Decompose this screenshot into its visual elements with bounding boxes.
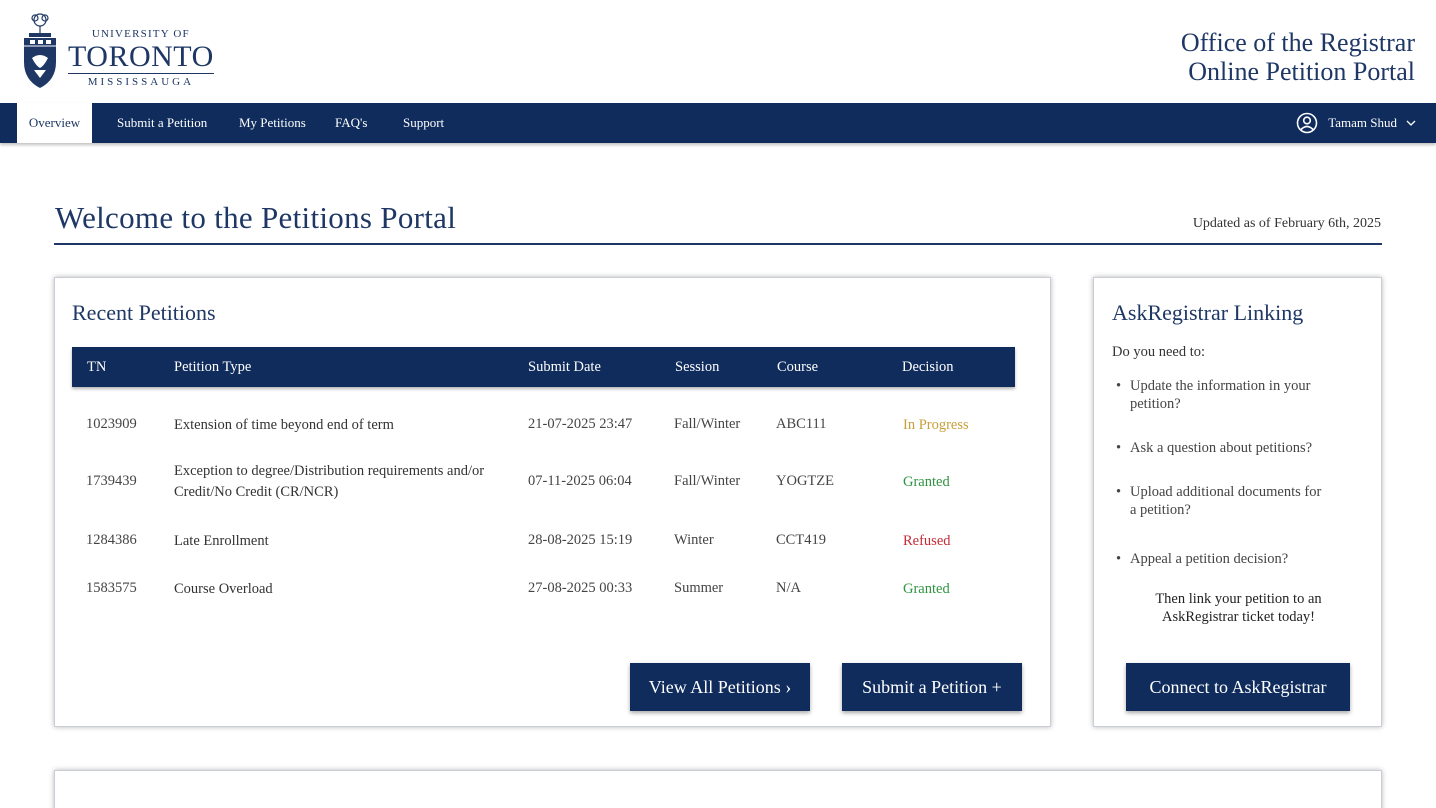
- list-item: • Update the information in your petitio…: [1116, 377, 1320, 413]
- column-course: Course: [777, 359, 819, 375]
- askregistrar-title: AskRegistrar Linking: [1112, 300, 1304, 325]
- column-session: Session: [675, 359, 720, 375]
- cell-petition-type: Late Enrollment: [174, 533, 269, 549]
- cta-line1: Then link your petition to an: [1155, 591, 1322, 607]
- status-badge: Granted: [903, 581, 950, 597]
- cta-line2: AskRegistrar ticket today!: [1161, 609, 1315, 625]
- user-menu[interactable]: Tamam Shud: [1296, 103, 1416, 143]
- cell-petition-type: Exception to degree/Distribution require…: [174, 463, 485, 500]
- portal-title-line1: Office of the Registrar: [1180, 28, 1415, 57]
- bullet-icon: •: [1116, 440, 1122, 456]
- table-header: TN Petition Type Submit Date Session Cou…: [72, 347, 1015, 387]
- status-badge: In Progress: [903, 417, 969, 433]
- bottom-card: [54, 770, 1382, 808]
- logo-line-toronto: TORONTO: [68, 39, 214, 73]
- submit-petition-button[interactable]: Submit a Petition +: [842, 663, 1022, 711]
- askregistrar-card: AskRegistrar Linking Do you need to: • U…: [1093, 277, 1382, 727]
- cell-session: Fall/Winter: [674, 473, 741, 489]
- logo-divider: [68, 72, 214, 74]
- site-header: UNIVERSITY OF TORONTO MISSISSAUGA Office…: [0, 0, 1436, 103]
- tab-overview[interactable]: Overview: [17, 103, 92, 143]
- cell-submit-date: 21-07-2025 23:47: [528, 416, 633, 432]
- cell-course: YOGTZE: [776, 473, 834, 489]
- view-all-petitions-button[interactable]: View All Petitions ›: [630, 663, 810, 711]
- cell-course: N/A: [776, 580, 801, 596]
- tab-my-petitions[interactable]: My Petitions: [239, 103, 306, 143]
- askregistrar-subtitle: Do you need to:: [1112, 344, 1206, 360]
- university-logo[interactable]: UNIVERSITY OF TORONTO MISSISSAUGA: [20, 10, 214, 90]
- askregistrar-cta-text: Then link your petition to an AskRegistr…: [1094, 590, 1383, 626]
- list-item-text: Ask a question about petitions?: [1130, 440, 1313, 456]
- cell-session: Fall/Winter: [674, 416, 741, 432]
- tab-support[interactable]: Support: [403, 103, 444, 143]
- status-badge: Refused: [903, 533, 951, 549]
- bullet-icon: •: [1116, 378, 1122, 394]
- bullet-icon: •: [1116, 551, 1122, 567]
- recent-petitions-card: Recent Petitions TN Petition Type Submit…: [54, 277, 1051, 727]
- tab-faqs[interactable]: FAQ's: [335, 103, 367, 143]
- column-submit-date: Submit Date: [528, 359, 601, 375]
- tab-submit-petition[interactable]: Submit a Petition: [117, 103, 207, 143]
- portal-title: Office of the Registrar Online Petition …: [1181, 28, 1415, 86]
- list-item-text: Appeal a petition decision?: [1130, 551, 1289, 567]
- cell-tn: 1583575: [86, 580, 137, 596]
- list-item: • Upload additional documents for a peti…: [1116, 483, 1330, 519]
- connect-askregistrar-button[interactable]: Connect to AskRegistrar: [1126, 663, 1350, 711]
- cell-submit-date: 28-08-2025 15:19: [528, 532, 633, 548]
- column-petition-type: Petition Type: [174, 359, 252, 375]
- portal-title-line2: Online Petition Portal: [1188, 57, 1415, 86]
- cell-petition-type: Extension of time beyond end of term: [174, 417, 394, 433]
- cell-course: CCT419: [776, 532, 826, 548]
- cell-course: ABC111: [776, 416, 827, 432]
- chevron-down-icon: [1406, 120, 1416, 126]
- logo-line-mississauga: MISSISSAUGA: [87, 75, 195, 88]
- crest-icon: [24, 13, 56, 88]
- list-item: • Ask a question about petitions?: [1116, 439, 1365, 457]
- cell-tn: 1739439: [86, 473, 137, 489]
- list-item: • Appeal a petition decision?: [1116, 550, 1365, 568]
- cell-tn: 1284386: [86, 532, 137, 548]
- recent-petitions-title: Recent Petitions: [72, 300, 216, 325]
- list-item-text: Update the information in your petition?: [1130, 378, 1311, 412]
- logo-wordmark: UNIVERSITY OF TORONTO MISSISSAUGA: [68, 13, 214, 88]
- title-divider: [54, 243, 1382, 245]
- bullet-icon: •: [1116, 484, 1122, 500]
- column-decision: Decision: [902, 359, 954, 375]
- column-tn: TN: [87, 359, 107, 375]
- cell-session: Summer: [674, 580, 724, 596]
- user-name: Tamam Shud: [1328, 115, 1397, 130]
- page-title: Welcome to the Petitions Portal: [55, 200, 457, 235]
- logo-line-university: UNIVERSITY OF: [91, 27, 190, 40]
- cell-submit-date: 27-08-2025 00:33: [528, 580, 633, 596]
- status-badge: Granted: [903, 474, 950, 490]
- updated-date: Updated as of February 6th, 2025: [1192, 216, 1381, 231]
- main-nav: Overview Submit a Petition My Petitions …: [0, 103, 1436, 143]
- cell-petition-type: Course Overload: [174, 581, 273, 597]
- cell-submit-date: 07-11-2025 06:04: [528, 473, 632, 489]
- user-avatar-icon: [1296, 112, 1318, 134]
- cell-tn: 1023909: [86, 416, 137, 432]
- list-item-text: Upload additional documents for a petiti…: [1130, 484, 1322, 518]
- cell-session: Winter: [674, 532, 714, 548]
